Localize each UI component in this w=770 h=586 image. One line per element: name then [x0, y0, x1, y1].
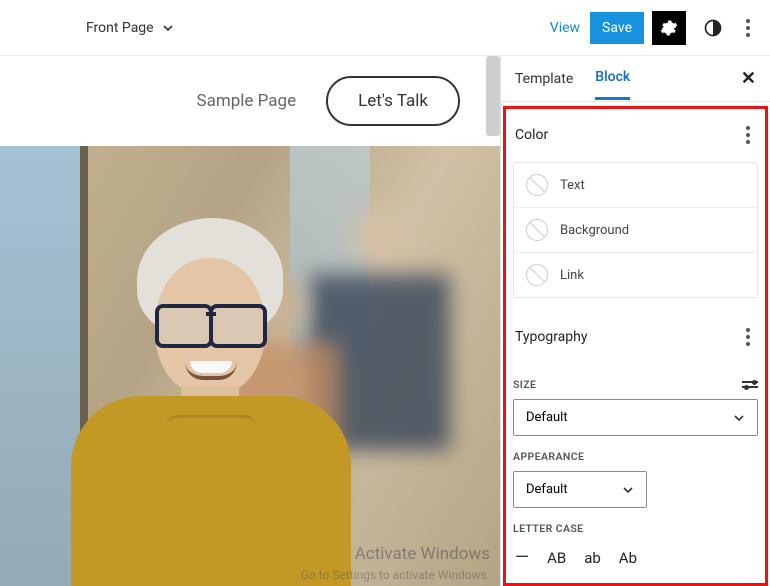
editor-canvas[interactable]: Sample Page Let's Talk Activate Windows … — [0, 56, 500, 586]
typography-section-menu[interactable] — [740, 322, 756, 352]
lettercase-upper[interactable]: AB — [547, 549, 566, 567]
color-option-background[interactable]: Background — [514, 208, 757, 253]
appearance-select[interactable]: Default — [513, 471, 647, 508]
scrollbar[interactable] — [486, 56, 500, 136]
gear-icon — [660, 19, 678, 37]
contrast-icon — [703, 18, 723, 38]
editor-top-bar: Front Page View Save — [0, 0, 770, 56]
page-selector[interactable]: Front Page — [86, 20, 174, 36]
size-select[interactable]: Default — [513, 399, 758, 436]
more-menu-button[interactable] — [740, 13, 756, 43]
view-link[interactable]: View — [550, 20, 580, 36]
appearance-field-label: APPEARANCE — [513, 450, 584, 463]
appearance-select-value: Default — [526, 482, 568, 497]
color-section-menu[interactable] — [740, 120, 756, 150]
settings-button[interactable] — [652, 11, 686, 45]
swatch-icon — [526, 264, 548, 286]
color-label: Background — [560, 223, 629, 238]
sliders-icon[interactable] — [742, 381, 758, 388]
close-sidebar-button[interactable]: ✕ — [741, 68, 756, 89]
swatch-icon — [526, 174, 548, 196]
lettercase-field-label: LETTER CASE — [513, 522, 584, 535]
size-select-value: Default — [526, 410, 568, 425]
styles-button[interactable] — [696, 11, 730, 45]
tab-block[interactable]: Block — [595, 57, 630, 100]
workspace: Sample Page Let's Talk Activate Windows … — [0, 56, 770, 586]
site-header: Sample Page Let's Talk — [0, 56, 500, 146]
tab-template[interactable]: Template — [515, 59, 573, 99]
color-label: Link — [560, 268, 584, 283]
color-label: Text — [560, 178, 585, 193]
color-section-title: Color — [515, 127, 548, 143]
lettercase-lower[interactable]: ab — [584, 549, 601, 567]
page-name: Front Page — [86, 20, 154, 36]
lettercase-none[interactable]: — — [515, 547, 529, 568]
nav-sample-page[interactable]: Sample Page — [196, 91, 296, 111]
settings-sidebar: Template Block ✕ Color Text Background — [500, 56, 770, 586]
os-watermark-title: Activate Windows — [355, 544, 490, 564]
sidebar-tabs: Template Block ✕ — [501, 56, 770, 102]
save-button[interactable]: Save — [590, 12, 644, 44]
lettercase-options: — AB ab Ab — [513, 543, 758, 572]
lettercase-cap[interactable]: Ab — [619, 549, 637, 567]
color-option-text[interactable]: Text — [514, 163, 757, 208]
hero-image: Activate Windows Go to Settings to activ… — [0, 146, 500, 586]
cta-button[interactable]: Let's Talk — [326, 76, 460, 126]
swatch-icon — [526, 219, 548, 241]
chevron-down-icon — [733, 412, 745, 424]
color-options-list: Text Background Link — [513, 162, 758, 298]
color-option-link[interactable]: Link — [514, 253, 757, 297]
os-watermark-sub: Go to Settings to activate Windows. — [301, 568, 490, 582]
chevron-down-icon — [162, 22, 174, 34]
chevron-down-icon — [622, 484, 634, 496]
typography-section-title: Typography — [515, 329, 587, 345]
size-field-label: SIZE — [513, 378, 536, 391]
